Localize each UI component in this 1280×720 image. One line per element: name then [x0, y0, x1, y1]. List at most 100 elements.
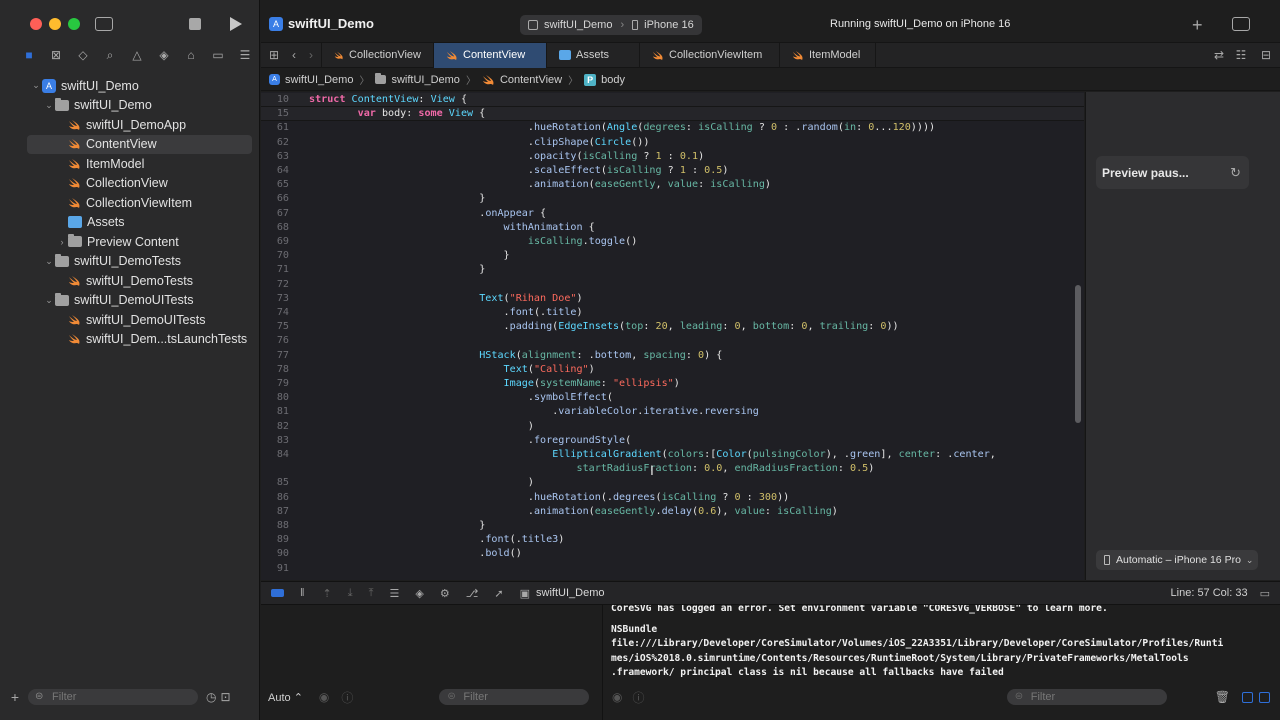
bookmark-icon[interactable]: ◇	[74, 46, 92, 64]
related-items-icon[interactable]: ⇄	[1208, 48, 1230, 62]
breadcrumb-item[interactable]: ContentView	[500, 74, 562, 86]
navigator-filter-field[interactable]: ⊜ Filter	[28, 689, 198, 705]
code-line[interactable]: 68 withAnimation {	[261, 221, 1084, 235]
navigator-group[interactable]: ⌄ swiftUI_DemoTests	[0, 252, 260, 272]
toggle-debug-area-icon[interactable]	[271, 589, 284, 597]
navigator-group[interactable]: ⌄ swiftUI_Demo	[0, 96, 260, 116]
navigator-file[interactable]: swiftUI_DemoUITests	[0, 310, 260, 330]
preview-status-card[interactable]: Preview paus... ↻	[1096, 156, 1249, 189]
variables-filter-field[interactable]: ⊜ Filter	[439, 689, 590, 705]
navigator-file[interactable]: CollectionView	[0, 174, 260, 194]
navigator-file[interactable]: swiftUI_Dem...tsLaunchTests	[0, 330, 260, 350]
navigator-file[interactable]: ContentView	[27, 134, 252, 154]
code-line[interactable]: 84 EllipticalGradient(colors:[Color(pulsi…	[261, 448, 1084, 462]
navigator-file[interactable]: CollectionViewItem	[0, 193, 260, 213]
breakpoint-icon[interactable]: ▭	[209, 46, 227, 64]
test-icon[interactable]: ◈	[155, 46, 173, 64]
tab-itemmodel[interactable]: ItemModel	[780, 42, 876, 68]
code-line[interactable]: 61 .hueRotation(Angle(degrees: isCalling …	[261, 121, 1084, 135]
code-line[interactable]: 76	[261, 334, 1084, 348]
code-line[interactable]: 81 .variableColor.iterative.reversing	[261, 405, 1084, 419]
code-line[interactable]: 63 .opacity(isCalling ? 1 : 0.1)	[261, 150, 1084, 164]
info-icon[interactable]: ⓘ	[632, 689, 644, 706]
code-line[interactable]: 87 .animation(easeGently.delay(0.6), valu…	[261, 505, 1084, 519]
grid-icon[interactable]: ⊞	[261, 48, 287, 62]
sidebar-toggle-icon[interactable]	[95, 17, 113, 31]
minimize-window-button[interactable]	[49, 18, 61, 30]
code-line[interactable]: 15 var body: some View {	[261, 107, 1084, 122]
code-line[interactable]: 77 HStack(alignment: .bottom, spacing: 0)…	[261, 349, 1084, 363]
split-editor-icon[interactable]: ⊟	[1252, 48, 1280, 62]
code-line[interactable]: 82)	[261, 420, 1084, 434]
breadcrumb-item[interactable]: body	[601, 74, 625, 86]
console-filter-field[interactable]: ⊜ Filter	[1006, 689, 1167, 705]
chevron-right-icon[interactable]: ›	[56, 237, 68, 247]
code-line[interactable]: 66}	[261, 192, 1084, 206]
navigator-file[interactable]: swiftUI_DemoTests	[0, 271, 260, 291]
auto-selector[interactable]: Auto ⌃	[268, 691, 303, 704]
close-window-button[interactable]	[30, 18, 42, 30]
scm-filter-icon[interactable]: ⊡	[220, 690, 230, 704]
refresh-icon[interactable]: ↻	[1230, 165, 1241, 181]
forward-icon[interactable]: ›	[301, 48, 321, 62]
scheme-selector[interactable]: swiftUI_Demo › iPhone 16	[520, 15, 702, 35]
tab-assets[interactable]: Assets	[547, 42, 640, 68]
chevron-down-icon[interactable]: ⌄	[30, 80, 42, 91]
hide-panel-icon[interactable]: ▭	[1260, 587, 1270, 600]
add-icon[interactable]: +	[8, 689, 22, 705]
tab-contentview[interactable]: ContentView	[434, 42, 547, 68]
code-line[interactable]: 72	[261, 278, 1084, 292]
code-line[interactable]: 85)	[261, 476, 1084, 490]
navigator-file[interactable]: ItemModel	[0, 154, 260, 174]
step-out-icon[interactable]: ⤒	[369, 587, 374, 600]
back-icon[interactable]: ‹	[287, 48, 301, 62]
code-line[interactable]: 69 isCalling.toggle()	[261, 235, 1084, 249]
code-line[interactable]: 83 .foregroundStyle(	[261, 434, 1084, 448]
step-in-icon[interactable]: ⤓	[348, 587, 353, 600]
stop-button[interactable]	[189, 18, 201, 30]
add-library-icon[interactable]: +	[1192, 15, 1203, 36]
view-hierarchy-icon[interactable]: ☰	[390, 587, 400, 600]
debug-icon[interactable]: ⌂	[182, 46, 200, 64]
code-line[interactable]: 74 .font(.title)	[261, 306, 1084, 320]
code-line[interactable]: 70}	[261, 249, 1084, 263]
code-editor[interactable]: 10 struct ContentView: View {15 var body: …	[261, 92, 1084, 580]
code-line[interactable]: 62 .clipShape(Circle())	[261, 136, 1084, 150]
code-line[interactable]: 78 Text("Calling")	[261, 363, 1084, 377]
location-icon[interactable]: ➚	[494, 587, 503, 600]
code-line[interactable]: 86 .hueRotation(.degrees(isCalling ? 0 : …	[261, 491, 1084, 505]
step-over-icon[interactable]: ⇡	[323, 587, 332, 600]
report-icon[interactable]: ☰	[236, 46, 254, 64]
console-output[interactable]: CoreSVG has logged an error. Set environ…	[604, 605, 1280, 685]
code-line[interactable]: startRadiusFraction: 0.0, endRadiusFract…	[261, 462, 1084, 476]
code-line[interactable]: 91	[261, 562, 1084, 576]
code-line[interactable]: 88}	[261, 519, 1084, 533]
code-line[interactable]: 90 .bold()	[261, 547, 1084, 561]
tab-collectionviewitem[interactable]: CollectionViewItem	[640, 42, 780, 68]
show-console-button[interactable]	[1259, 691, 1270, 703]
code-line[interactable]: 79 Image(systemName: "ellipsis")	[261, 377, 1084, 391]
recent-files-icon[interactable]: ◷	[206, 690, 216, 704]
navigator-group[interactable]: › Preview Content	[0, 232, 260, 252]
chevron-down-icon[interactable]: ⌄	[43, 256, 55, 267]
preview-device-selector[interactable]: Automatic – iPhone 16 Pro ⌄	[1096, 550, 1258, 570]
chevron-down-icon[interactable]: ⌄	[43, 100, 55, 111]
pause-icon[interactable]: ‖	[300, 587, 305, 599]
show-variables-button[interactable]	[1242, 691, 1253, 703]
editor-scrollbar[interactable]	[1075, 285, 1081, 423]
code-line[interactable]: 71}	[261, 263, 1084, 277]
code-line[interactable]: 80 .symbolEffect(	[261, 391, 1084, 405]
editor-options-icon[interactable]: ☷	[1230, 48, 1252, 62]
code-line[interactable]: 75 .padding(EdgeInsets(top: 20, leading: …	[261, 320, 1084, 334]
chevron-down-icon[interactable]: ⌄	[43, 295, 55, 306]
breadcrumb-item[interactable]: swiftUI_Demo	[285, 74, 353, 86]
simulate-location-icon[interactable]: ⎇	[466, 587, 479, 600]
warning-icon[interactable]: △	[128, 46, 146, 64]
environment-icon[interactable]: ⚙	[440, 587, 450, 600]
info-icon[interactable]: ⓘ	[341, 689, 353, 706]
search-icon[interactable]: ⌕	[101, 46, 119, 64]
folder-icon[interactable]: ■	[20, 46, 38, 64]
code-line[interactable]: 89 .font(.title3)	[261, 533, 1084, 547]
eye-icon[interactable]: ◉	[612, 690, 622, 704]
tab-collectionview[interactable]: CollectionView	[321, 42, 434, 68]
